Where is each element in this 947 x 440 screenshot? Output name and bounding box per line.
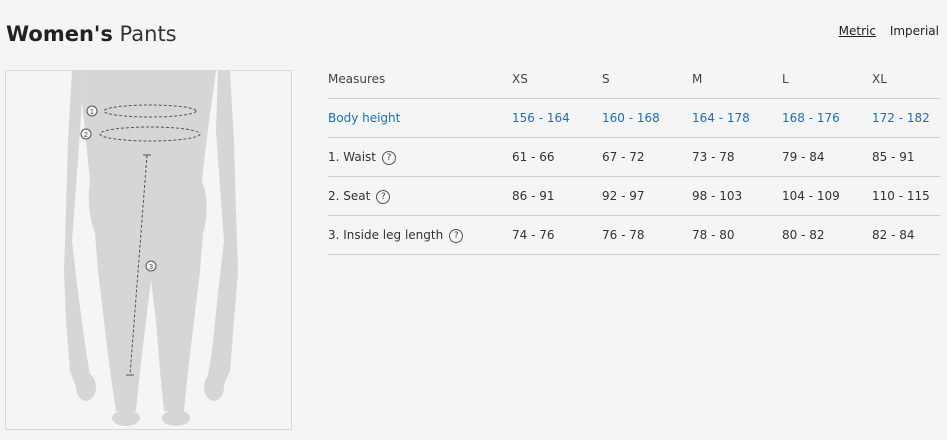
- header-l: L: [782, 72, 789, 86]
- row-label-cell: 2. Seat?: [328, 177, 391, 215]
- marker-1-label: 1: [90, 108, 94, 116]
- cell-value: 78 - 80: [692, 228, 735, 242]
- table-row: Body height 156 - 164 160 - 168 164 - 17…: [328, 99, 940, 138]
- body-silhouette: 1 2 3: [64, 71, 238, 426]
- cell-value: 104 - 109: [782, 189, 840, 203]
- measurement-figure: 1 2 3: [5, 70, 292, 430]
- help-icon[interactable]: ?: [382, 150, 397, 165]
- cell-value: 73 - 78: [692, 150, 735, 164]
- header-xl: XL: [872, 72, 887, 86]
- help-icon[interactable]: ?: [376, 189, 391, 204]
- cell-value: 92 - 97: [602, 189, 645, 203]
- marker-3-label: 3: [149, 263, 153, 271]
- title-light: Pants: [119, 22, 177, 46]
- header-measures: Measures: [328, 72, 386, 86]
- imperial-toggle[interactable]: Imperial: [890, 24, 939, 38]
- cell-value: 67 - 72: [602, 150, 645, 164]
- row-label: 1. Waist: [328, 150, 377, 164]
- cell-value: 61 - 66: [512, 150, 555, 164]
- row-label-cell: 1. Waist?: [328, 138, 397, 176]
- cell-value: 172 - 182: [872, 111, 930, 125]
- cell-value: 164 - 178: [692, 111, 750, 125]
- cell-value: 80 - 82: [782, 228, 825, 242]
- table-row: 2. Seat? 86 - 91 92 - 97 98 - 103 104 - …: [328, 177, 940, 216]
- cell-value: 85 - 91: [872, 150, 915, 164]
- page-title: Women's Pants: [6, 22, 177, 46]
- cell-value: 110 - 115: [872, 189, 930, 203]
- help-icon[interactable]: ?: [449, 228, 464, 243]
- metric-toggle[interactable]: Metric: [839, 24, 876, 38]
- cell-value: 82 - 84: [872, 228, 915, 242]
- cell-value: 86 - 91: [512, 189, 555, 203]
- cell-value: 74 - 76: [512, 228, 555, 242]
- cell-value: 168 - 176: [782, 111, 840, 125]
- header-xs: XS: [512, 72, 528, 86]
- cell-value: 76 - 78: [602, 228, 645, 242]
- title-bold: Women's: [6, 22, 113, 46]
- row-label: 2. Seat: [328, 189, 371, 203]
- cell-value: 98 - 103: [692, 189, 743, 203]
- unit-toggle: Metric Imperial: [839, 24, 939, 38]
- table-row: 3. Inside leg length? 74 - 76 76 - 78 78…: [328, 216, 940, 255]
- table-header-row: Measures XS S M L XL: [328, 60, 940, 99]
- row-label-cell: 3. Inside leg length?: [328, 216, 464, 254]
- size-chart-table: Measures XS S M L XL Body height 156 - 1…: [328, 60, 940, 255]
- table-row: 1. Waist? 61 - 66 67 - 72 73 - 78 79 - 8…: [328, 138, 940, 177]
- row-label: 3. Inside leg length: [328, 228, 444, 242]
- header-m: M: [692, 72, 703, 86]
- row-label: Body height: [328, 111, 401, 125]
- header-s: S: [602, 72, 610, 86]
- cell-value: 160 - 168: [602, 111, 660, 125]
- cell-value: 79 - 84: [782, 150, 825, 164]
- cell-value: 156 - 164: [512, 111, 570, 125]
- marker-2-label: 2: [84, 131, 88, 139]
